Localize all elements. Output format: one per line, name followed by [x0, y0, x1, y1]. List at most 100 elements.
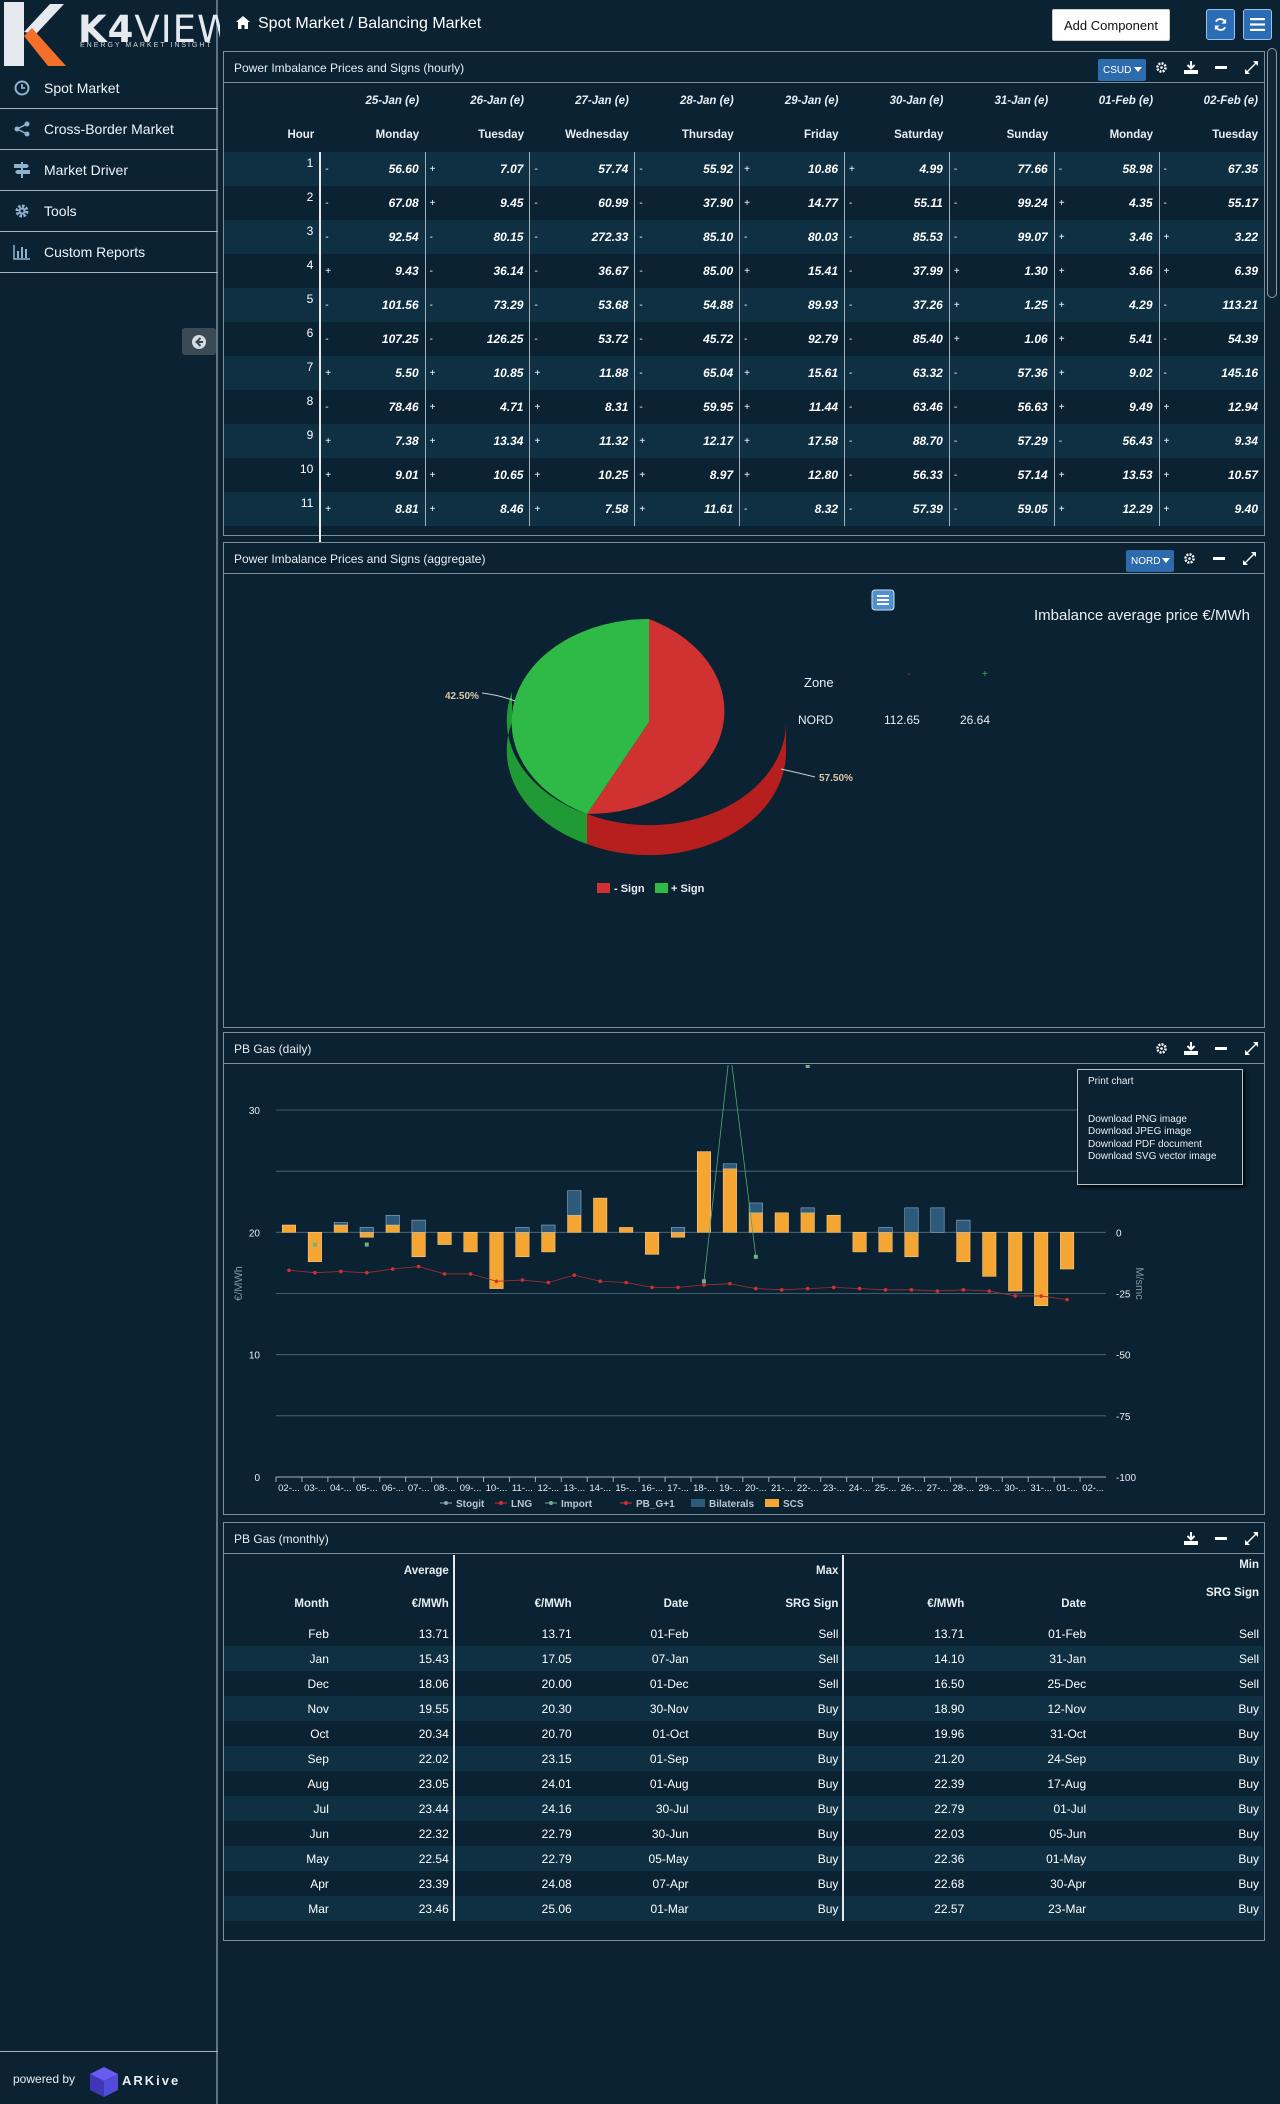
scs-bar[interactable] [800, 1212, 815, 1233]
scs-bar[interactable] [1008, 1232, 1023, 1292]
collapse-sidebar-button[interactable] [182, 328, 216, 355]
scs-bar[interactable] [541, 1232, 556, 1253]
page-scrollbar[interactable] [1267, 48, 1277, 298]
pb-g1-point[interactable] [909, 1288, 914, 1292]
scs-bar[interactable] [359, 1232, 374, 1238]
sidebar-item-tools[interactable]: Tools [0, 191, 218, 232]
settings-gear-icon[interactable] [1153, 59, 1169, 75]
sidebar-item-spot-market[interactable]: Spot Market [0, 68, 218, 109]
bilaterals-bar[interactable] [385, 1214, 400, 1226]
download-icon[interactable] [1183, 1530, 1199, 1546]
pb-g1-point[interactable] [313, 1270, 317, 1275]
pb-g1-point[interactable] [857, 1286, 862, 1291]
pb-g1-point[interactable] [1013, 1294, 1018, 1298]
scs-bar[interactable] [956, 1232, 971, 1262]
add-component-button[interactable]: Add Component [1052, 9, 1170, 41]
scs-bar[interactable] [826, 1214, 841, 1233]
legend-minus-sign[interactable]: - Sign [597, 883, 645, 895]
minimize-icon[interactable] [1213, 59, 1229, 75]
scs-bar[interactable] [904, 1232, 919, 1258]
download-icon[interactable] [1183, 1040, 1199, 1056]
pb-g1-point[interactable] [442, 1272, 447, 1276]
sidebar-item-cross-border-market[interactable]: Cross-Border Market [0, 109, 218, 150]
pb-g1-point[interactable] [961, 1288, 966, 1292]
pb-g1-point[interactable] [468, 1272, 473, 1276]
scs-bar[interactable] [619, 1227, 634, 1233]
scs-bar[interactable] [281, 1224, 296, 1233]
zone-select[interactable]: NORD [1126, 550, 1174, 572]
legend-item-lng[interactable]: LNG [495, 1499, 532, 1510]
bilaterals-bar[interactable] [722, 1163, 737, 1169]
pb-g1-point[interactable] [831, 1285, 836, 1290]
pb-g1-point[interactable] [754, 1286, 758, 1291]
pb-g1-point[interactable] [987, 1289, 992, 1293]
bilaterals-bar[interactable] [800, 1207, 815, 1214]
bilaterals-bar[interactable] [411, 1219, 426, 1233]
bilaterals-bar[interactable] [930, 1207, 945, 1233]
pb-g1-point[interactable] [676, 1285, 680, 1290]
scs-bar[interactable] [437, 1232, 452, 1245]
pb-g1-point[interactable] [935, 1289, 940, 1293]
expand-icon[interactable] [1243, 1530, 1259, 1546]
minimize-icon[interactable] [1213, 1040, 1229, 1056]
pb-g1-point[interactable] [1039, 1294, 1043, 1298]
pb-g1-point[interactable] [650, 1285, 654, 1290]
pb-g1-point[interactable] [572, 1273, 577, 1277]
pb-g1-point[interactable] [364, 1270, 369, 1275]
pb-g1-point[interactable] [520, 1278, 525, 1282]
minimize-icon[interactable] [1213, 1530, 1229, 1546]
pb-g1-point[interactable] [287, 1268, 291, 1273]
bilaterals-bar[interactable] [541, 1224, 556, 1233]
sidebar-item-market-driver[interactable]: Market Driver [0, 150, 218, 191]
settings-gear-icon[interactable] [1181, 550, 1197, 566]
sidebar-item-custom-reports[interactable]: Custom Reports [0, 232, 218, 273]
zone-select[interactable]: CSUD [1098, 59, 1146, 81]
scs-bar[interactable] [645, 1232, 660, 1255]
bilaterals-bar[interactable] [748, 1202, 763, 1214]
pb-g1-point[interactable] [624, 1280, 628, 1285]
scs-bar[interactable] [878, 1232, 893, 1253]
stogit-point[interactable] [312, 1242, 317, 1247]
expand-icon[interactable] [1241, 550, 1257, 566]
scs-bar[interactable] [748, 1212, 763, 1233]
menu-download-png[interactable]: Download PNG image [1078, 1114, 1242, 1127]
expand-icon[interactable] [1243, 59, 1259, 75]
bilaterals-bar[interactable] [878, 1227, 893, 1233]
scs-bar[interactable] [567, 1214, 582, 1233]
bilaterals-bar[interactable] [515, 1227, 530, 1233]
pb-g1-point[interactable] [805, 1286, 810, 1291]
pb-g1-point[interactable] [390, 1267, 395, 1271]
download-icon[interactable] [1183, 59, 1199, 75]
scs-bar[interactable] [696, 1151, 711, 1233]
home-icon[interactable] [236, 16, 250, 34]
bilaterals-bar[interactable] [567, 1190, 582, 1216]
bilaterals-bar[interactable] [359, 1227, 374, 1233]
stogit-point[interactable] [364, 1242, 369, 1247]
legend-item-stogit[interactable]: Stogit [440, 1499, 485, 1510]
chart-menu-button[interactable] [871, 589, 895, 611]
minimize-icon[interactable] [1211, 550, 1227, 566]
legend-item-scs[interactable]: SCS [765, 1499, 804, 1510]
scs-bar[interactable] [852, 1232, 867, 1253]
bilaterals-bar[interactable] [904, 1207, 919, 1233]
bilaterals-bar[interactable] [671, 1227, 686, 1233]
pb-g1-point[interactable] [598, 1279, 603, 1284]
scs-bar[interactable] [463, 1232, 478, 1253]
pb-g1-point[interactable] [1065, 1297, 1069, 1302]
stogit-point[interactable] [805, 1065, 810, 1068]
menu-download-jpeg[interactable]: Download JPEG image [1078, 1126, 1242, 1139]
scs-bar[interactable] [593, 1197, 608, 1233]
hourly-table-container[interactable]: 25-Jan (e) 26-Jan (e) 27-Jan (e) 28-Jan (e)… [224, 84, 1264, 584]
pb-g1-point[interactable] [494, 1279, 499, 1284]
menu-download-svg[interactable]: Download SVG vector image [1078, 1151, 1242, 1164]
pb-g1-point[interactable] [416, 1264, 421, 1269]
menu-print-chart[interactable]: Print chart [1078, 1076, 1242, 1089]
bilaterals-bar[interactable] [333, 1222, 348, 1226]
refresh-button[interactable] [1206, 9, 1235, 40]
legend-item-pb-g-1[interactable]: PB_G+1 [620, 1499, 675, 1510]
pb-g1-point[interactable] [728, 1281, 732, 1286]
pb-g1-point[interactable] [883, 1288, 888, 1292]
scs-bar[interactable] [774, 1212, 789, 1233]
legend-plus-sign[interactable]: + Sign [655, 883, 705, 895]
import-point[interactable] [753, 1254, 758, 1259]
